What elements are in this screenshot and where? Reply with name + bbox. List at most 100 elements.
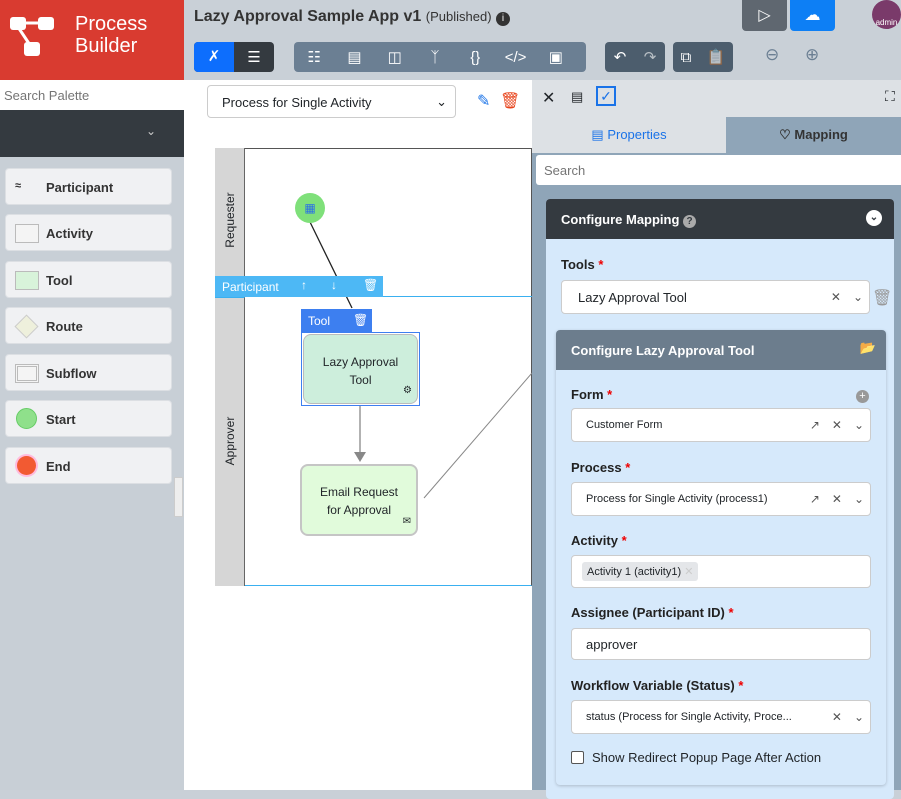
paste-icon[interactable]: 📋 [707, 48, 726, 66]
palette-search-input[interactable] [0, 80, 184, 110]
copy-icon[interactable]: ⧉ [681, 49, 692, 66]
help-icon[interactable]: ? [683, 215, 697, 228]
clipboard-toolbar: ⧉ 📋 [673, 42, 733, 72]
design-mode-icon[interactable]: ✗ [194, 42, 234, 72]
add-circle-icon[interactable]: + [856, 390, 869, 403]
palette-item-tool[interactable]: Tool [5, 261, 172, 298]
list-mode-icon[interactable]: ☰ [234, 48, 274, 66]
activity-tag: Activity 1 (activity1) ✕ [582, 562, 699, 581]
properties-panel: ✕ ▤ ✓ ⛶ ▤ Properties ♡ Mapping Configure… [532, 80, 901, 799]
trash-icon[interactable]: 🗑 [872, 288, 892, 308]
palette: ≈ Participant Activity Tool Route Subflow… [0, 157, 184, 790]
window-icon[interactable]: ▤ [571, 89, 583, 105]
activity-node[interactable]: Email Request for Approval ✉ [300, 464, 418, 536]
external-link-icon[interactable]: ↗ [810, 492, 820, 506]
tool-node-selection: Lazy Approval Tool ⚙ [301, 332, 420, 406]
close-icon[interactable]: ✕ [542, 88, 555, 108]
form-select[interactable]: Customer Form ↗ ✕ ⌄ [571, 408, 871, 442]
redo-icon[interactable]: ↷ [644, 48, 657, 66]
activity-multiselect[interactable]: Activity 1 (activity1) ✕ [571, 555, 871, 588]
sitemap-icon[interactable]: ☷ [299, 48, 329, 66]
configure-tool-card: Configure Lazy Approval Tool 📂 Form * + C… [556, 330, 886, 785]
clear-icon[interactable]: ✕ [832, 710, 842, 724]
palette-collapse-handle[interactable] [174, 477, 183, 517]
palette-item-end[interactable]: End [5, 447, 172, 484]
chevron-down-icon: ⌄ [853, 710, 864, 724]
process-logo-icon [10, 17, 54, 56]
branch-icon[interactable]: ᛉ [420, 49, 450, 66]
configure-tool-header[interactable]: Configure Lazy Approval Tool 📂 [556, 330, 886, 370]
tab-mapping[interactable]: ♡ Mapping [726, 117, 901, 153]
braces-icon[interactable]: {} [460, 49, 490, 66]
handshake-icon: ♡ [779, 127, 791, 142]
workflow-variable-select[interactable]: status (Process for Single Activity, Pro… [571, 700, 871, 734]
palette-item-participant[interactable]: ≈ Participant [5, 168, 172, 205]
form-label: Form * [571, 387, 613, 402]
envelope-icon: ✉ [402, 516, 411, 527]
move-down-icon[interactable]: ↓ [331, 278, 337, 292]
history-toolbar: ↶ ↷ [605, 42, 665, 72]
start-circle-icon [16, 408, 37, 429]
diamond-icon [14, 314, 39, 339]
clear-icon[interactable]: ✕ [832, 418, 842, 432]
trash-icon[interactable]: 🗑 [363, 278, 378, 292]
folder-open-icon[interactable]: 📂 [860, 340, 876, 356]
start-node[interactable]: ▦ [295, 193, 325, 223]
assignee-label: Assignee (Participant ID) * [571, 605, 734, 620]
tab-properties[interactable]: ▤ Properties [532, 117, 726, 153]
properties-search-input[interactable] [536, 155, 901, 185]
trash-icon[interactable]: 🗑 [353, 313, 368, 327]
translate-icon[interactable]: ◫ [380, 48, 410, 66]
assignee-input[interactable]: approver [571, 628, 871, 660]
camera-icon[interactable]: ▣ [541, 48, 571, 66]
tool-node[interactable]: Lazy Approval Tool ⚙ [303, 334, 418, 404]
avatar[interactable]: admin [872, 0, 901, 29]
chevron-down-icon: ⌄ [853, 492, 864, 506]
tools-select[interactable]: Lazy Approval Tool ✕ ⌄ [561, 280, 870, 314]
fullscreen-icon[interactable]: ⛶ [885, 88, 895, 105]
chevron-down-icon: ⌄ [852, 290, 863, 304]
document-icon: ▤ [591, 127, 604, 142]
run-button[interactable]: ▷ [742, 0, 787, 31]
palette-item-route[interactable]: Route [5, 307, 172, 344]
form-doc-icon: ▦ [304, 201, 316, 215]
tools-toolbar: ☷ ▤ ◫ ᛉ {} </> ▣ [294, 42, 586, 72]
tools-label: Tools * [561, 257, 604, 272]
remove-tag-icon[interactable]: ✕ [684, 566, 693, 578]
info-icon[interactable]: i [496, 12, 510, 26]
tool-icon [15, 271, 39, 290]
swimmer-icon: ≈ [15, 180, 22, 192]
chevron-down-icon[interactable]: ⌄ [866, 210, 882, 226]
app-logo: Process Builder [0, 0, 184, 80]
subflow-icon [15, 364, 39, 383]
process-field-select[interactable]: Process for Single Activity (process1) ↗ ✕… [571, 482, 871, 516]
clear-icon[interactable]: ✕ [831, 290, 841, 304]
deploy-cloud-button[interactable]: ☁ [790, 0, 835, 31]
code-icon[interactable]: </> [501, 49, 531, 66]
workflow-variable-label: Workflow Variable (Status) * [571, 678, 744, 693]
activity-icon [15, 224, 39, 243]
zoom-in-icon[interactable]: ⊕ [805, 45, 819, 65]
clear-icon[interactable]: ✕ [832, 492, 842, 506]
move-up-icon[interactable]: ↑ [301, 278, 307, 292]
edit-pencil-icon[interactable]: ✎ [477, 91, 490, 111]
checkbox[interactable] [571, 751, 584, 764]
delete-trash-icon[interactable]: 🗑 [500, 91, 520, 111]
mode-toggle: ✗ ☰ [194, 42, 274, 72]
checkbox-icon[interactable]: ✓ [596, 86, 616, 106]
redirect-popup-checkbox[interactable]: Show Redirect Popup Page After Action [571, 750, 821, 765]
configure-mapping-header[interactable]: Configure Mapping ? ⌄ [546, 199, 894, 239]
palette-item-activity[interactable]: Activity [5, 214, 172, 251]
undo-icon[interactable]: ↶ [614, 48, 627, 66]
palette-item-subflow[interactable]: Subflow [5, 354, 172, 391]
app-title: Lazy Approval Sample App v1 (Published) … [194, 8, 510, 26]
tool-toolbar: Tool 🗑 [301, 309, 372, 332]
participant-toolbar: Participant ↑ ↓ 🗑 [215, 276, 383, 297]
form-icon[interactable]: ▤ [339, 48, 369, 66]
process-label: Process * [571, 460, 631, 475]
external-link-icon[interactable]: ↗ [810, 418, 820, 432]
palette-category-dropdown[interactable]: ⌄ [0, 110, 184, 157]
process-select[interactable]: Process for Single Activity ⌄ [207, 85, 456, 118]
zoom-out-icon[interactable]: ⊖ [765, 45, 779, 65]
palette-item-start[interactable]: Start [5, 400, 172, 437]
